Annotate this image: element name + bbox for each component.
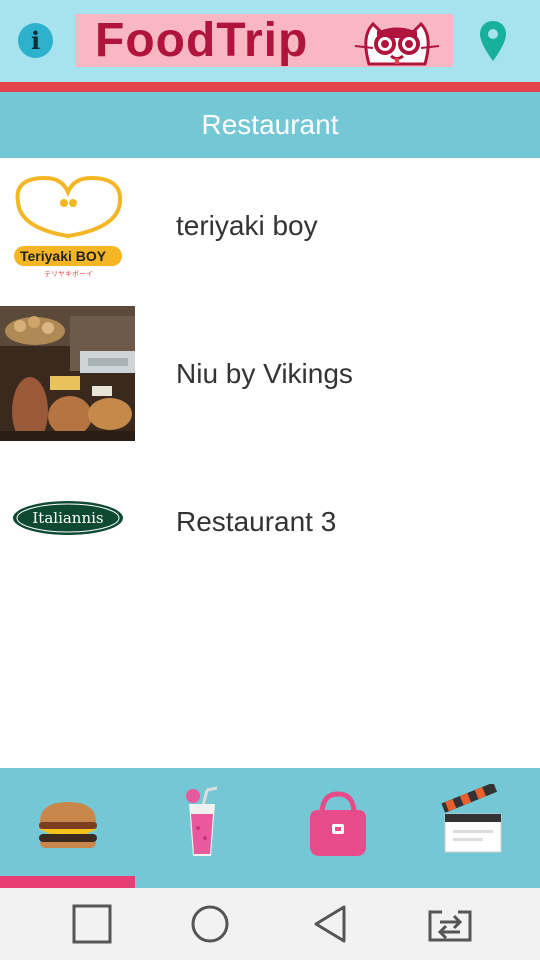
list-item[interactable]: Niu by Vikings — [0, 306, 540, 454]
restaurant-name: teriyaki boy — [176, 210, 318, 241]
recent-apps-icon[interactable] — [72, 904, 112, 944]
restaurant-name: Restaurant 3 — [176, 506, 337, 537]
tab-entertainment[interactable] — [405, 768, 540, 888]
list-item[interactable]: Teriyaki BOY テリヤキボーイ teriyaki boy — [0, 158, 540, 306]
bottom-tab-bar — [0, 768, 540, 888]
map-pin-icon[interactable] — [478, 20, 508, 62]
home-icon[interactable] — [190, 904, 230, 944]
restaurant-name: Niu by Vikings — [176, 358, 353, 389]
list-item[interactable]: Italiannis Restaurant 3 — [0, 454, 540, 602]
teriyaki-logo-subtext: テリヤキボーイ — [44, 270, 93, 278]
switch-screen-icon[interactable] — [428, 904, 472, 944]
italiannis-logo: Italiannis — [0, 454, 135, 589]
section-title: Restaurant — [0, 92, 540, 158]
restaurant-list: Teriyaki BOY テリヤキボーイ teriyaki boy Niu by… — [0, 158, 540, 602]
info-icon[interactable]: i — [18, 23, 53, 58]
burger-icon — [39, 802, 97, 848]
selected-tab-indicator — [0, 876, 135, 888]
logo-text: FoodTrip — [95, 14, 309, 67]
tab-food[interactable] — [0, 768, 135, 888]
header-divider — [0, 82, 540, 92]
back-icon[interactable] — [310, 904, 350, 944]
app-header: i FoodTrip — [0, 0, 540, 82]
system-nav-bar — [0, 888, 540, 960]
cat-mascot-icon — [354, 21, 440, 66]
drink-icon — [186, 786, 218, 856]
foodtrip-logo: FoodTrip — [75, 14, 453, 67]
teriyaki-boy-logo: Teriyaki BOY テリヤキボーイ — [0, 158, 135, 293]
niu-by-vikings-photo — [0, 306, 135, 441]
tab-shopping[interactable] — [270, 768, 405, 888]
tab-drinks[interactable] — [135, 768, 270, 888]
teriyaki-logo-text: Teriyaki BOY — [20, 248, 107, 264]
clapperboard-icon — [441, 784, 502, 853]
handbag-icon — [310, 791, 366, 856]
italiannis-logo-text: Italiannis — [32, 509, 103, 527]
